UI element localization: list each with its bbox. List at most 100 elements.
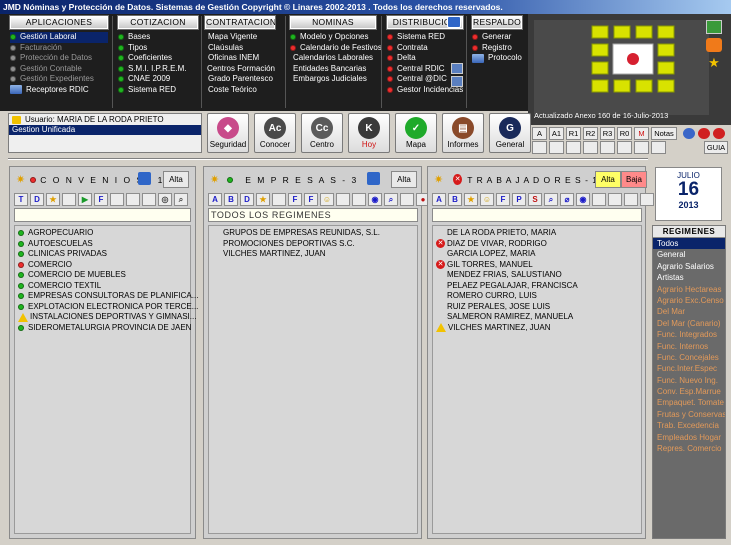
tool-icon[interactable] [634,141,649,154]
regimen-item[interactable]: Func. Integrados [653,329,725,340]
panel-tool-button[interactable] [336,193,350,206]
sun-icon[interactable]: ✷ [210,173,219,186]
menu-header-respaldo[interactable]: RESPALDO [471,15,523,30]
menu-item[interactable]: Oficinas INEM [205,53,275,64]
menu-header-cotizacion[interactable]: COTIZACION [117,15,199,30]
panel-tool-button[interactable] [272,193,286,206]
regimen-item[interactable]: Frutas y Conservas [653,409,725,420]
regimen-item[interactable]: Trab. Excedencia [653,420,725,431]
panel-tool-button[interactable]: ◉ [368,193,382,206]
list-item[interactable]: MENDEZ FRIAS, SALUSTIANO [436,270,641,281]
panel-tool-button[interactable]: ⌕ [384,193,398,206]
toolbar-button-mapa[interactable]: ✓ Mapa [395,113,437,153]
panel-tool-button[interactable] [592,193,606,206]
refresh-icon[interactable] [447,16,461,28]
preview-thumbnail[interactable] [534,20,709,115]
panel-tool-button[interactable] [62,193,76,206]
shortcut-button[interactable]: R1 [566,127,581,140]
menu-header-nominas[interactable]: NOMINAS [289,15,377,30]
regimen-item[interactable]: Func.Inter.Espec [653,363,725,374]
menu-item[interactable]: Modelo y Opciones [290,32,376,43]
list-item[interactable]: GARCIA LOPEZ, MARIA [436,249,641,260]
panel-tool-button[interactable]: B [448,193,462,206]
list-item[interactable]: AGROPECUARIO [18,228,190,239]
regimen-item[interactable]: Func. Internos [653,341,725,352]
menu-item[interactable]: Calendario de Festivos [290,43,382,54]
regimen-item[interactable]: Empaquet. Tomate [653,397,725,408]
panel-tool-button[interactable]: ⌕ [174,193,188,206]
shortcut-button[interactable]: M [634,127,649,140]
panel-tool-button[interactable]: ▶ [78,193,92,206]
list-item[interactable]: RUIZ PERALES, JOSE LUIS [436,302,641,313]
shortcut-button[interactable]: R3 [600,127,615,140]
menu-item[interactable]: Protocolo [472,53,522,64]
menu-item[interactable]: Facturación [10,43,108,54]
menu-item[interactable]: Centros Formación [205,64,275,75]
tool-icon[interactable] [600,141,615,154]
panel-tool-button[interactable]: ⌀ [560,193,574,206]
toolbar-button-seguridad[interactable]: ◆ Seguridad [207,113,249,153]
menu-item[interactable]: Sistema RED [387,32,463,43]
empresas-regimen-filter[interactable]: TODOS LOS REGIMENES [208,208,418,222]
list-item[interactable]: COMERCIO TEXTIL [18,281,190,292]
menu-item[interactable]: Entidades Bancarias [290,64,376,75]
panel-tool-button[interactable]: P [512,193,526,206]
list-item[interactable]: COMERCIO [18,260,190,271]
status-icon[interactable] [698,128,710,139]
menu-item[interactable]: Calendarios Laborales [290,53,376,64]
menu-item[interactable]: Gestión Laboral [10,32,108,43]
menu-item[interactable]: Protección de Datos [10,53,108,64]
shortcut-button[interactable]: R0 [617,127,632,140]
convenios-alta-button[interactable]: Alta [163,171,189,188]
list-item[interactable]: CLINICAS PRIVADAS [18,249,190,260]
regimen-item[interactable]: Func. Nuevo Ing. [653,375,725,386]
list-item[interactable]: COMERCIO DE MUEBLES [18,270,190,281]
list-item[interactable]: SALMERON RAMIREZ, MANUELA [436,312,641,323]
refresh-icon[interactable] [138,172,151,185]
empresas-alta-button[interactable]: Alta [391,171,417,188]
chevron-down-icon[interactable] [451,63,463,74]
tool-icon[interactable] [532,141,547,154]
regimen-item[interactable]: Agrario Salarios [653,261,725,272]
regimen-item[interactable]: Todos [653,238,725,250]
menu-item[interactable]: Grado Parentesco [205,74,275,85]
star-icon[interactable]: ★ [706,56,722,70]
panel-tool-button[interactable]: ★ [464,193,478,206]
list-item[interactable]: AUTOESCUELAS [18,239,190,250]
regimen-item[interactable]: Func. Concejales [653,352,725,363]
trabajadores-alta-button[interactable]: Alta [595,171,621,188]
list-item[interactable]: ✕ DIAZ DE VIVAR, RODRIGO [436,239,641,250]
regimen-item[interactable]: Empleados Hogar [653,432,725,443]
guia-button[interactable]: GUIA [704,141,728,154]
rss-icon[interactable] [706,38,722,52]
menu-item[interactable]: Registro [472,43,522,54]
panel-tool-button[interactable]: F [288,193,302,206]
convenios-filter[interactable] [14,208,191,222]
sun-icon[interactable]: ✷ [16,173,25,186]
list-item[interactable]: EMPRESAS CONSULTORAS DE PLANIFICA... [18,291,198,302]
panel-tool-button[interactable]: ☺ [480,193,494,206]
refresh-icon[interactable] [367,172,380,185]
panel-tool-button[interactable] [640,193,654,206]
panel-tool-button[interactable]: A [432,193,446,206]
toolbar-button-informes[interactable]: ▤ Informes [442,113,484,153]
trabajadores-baja-button[interactable]: Baja [621,171,647,188]
panel-tool-button[interactable]: ★ [256,193,270,206]
regimen-item[interactable]: Repres. Comercio [653,443,725,454]
list-item[interactable]: PROMOCIONES DEPORTIVAS S.C. [223,239,417,250]
tool-icon[interactable] [583,141,598,154]
chevron-down-icon[interactable] [451,76,463,87]
menu-item[interactable]: Gestión Expedientes [10,74,108,85]
panel-tool-button[interactable]: T [14,193,28,206]
tool-icon[interactable] [651,141,666,154]
panel-tool-button[interactable]: F [94,193,108,206]
list-item[interactable]: PELAEZ PEGALAJAR, FRANCISCA [436,281,641,292]
menu-item[interactable]: Coeficientes [118,53,198,64]
menu-item[interactable]: Embargos Judiciales [290,74,376,85]
toolbar-button-general[interactable]: G General [489,113,531,153]
shortcut-button[interactable]: A1 [549,127,564,140]
regimen-item[interactable]: Artistas [653,272,725,283]
menu-item[interactable]: S.M.I. I.P.R.E.M. [118,64,198,75]
menu-header-contratacion[interactable]: CONTRATACION [204,15,276,30]
regimen-item[interactable]: General [653,249,725,260]
